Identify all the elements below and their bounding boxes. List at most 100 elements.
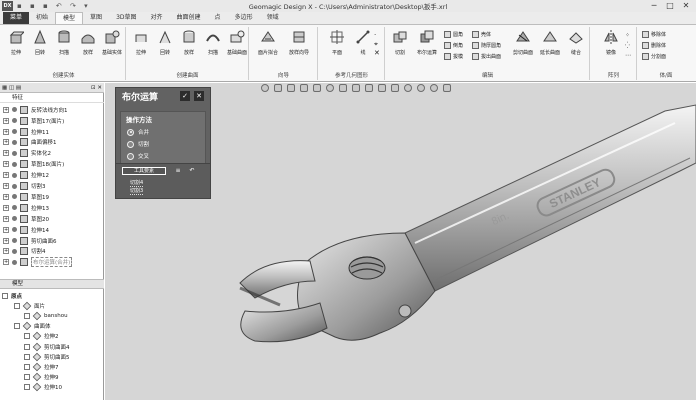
boolean-button[interactable]: 布尔运算 <box>413 29 441 56</box>
visibility-icon[interactable] <box>12 238 17 244</box>
solid-extrude-button[interactable]: 拉伸 <box>4 29 28 56</box>
option-merge-radio[interactable]: 合并 <box>127 128 149 136</box>
variable-fillet-button[interactable]: 随厚圆角 <box>472 42 501 49</box>
visibility-icon[interactable] <box>12 129 17 135</box>
tool-element-item[interactable]: 切割4 <box>130 179 144 187</box>
panel-icons[interactable]: ▦ ◫ ▤ <box>2 85 21 91</box>
tool-elements-field[interactable]: 工具要素 <box>122 167 166 175</box>
visibility-checkbox[interactable] <box>24 343 30 350</box>
visibility-checkbox[interactable] <box>24 353 30 360</box>
solid-loft-button[interactable]: 放样 <box>76 29 100 56</box>
tab-align[interactable]: 对齐 <box>144 12 170 24</box>
delete-body-button[interactable]: 删除体 <box>642 42 666 49</box>
visibility-checkbox[interactable] <box>24 384 30 391</box>
expand-icon[interactable]: + <box>3 161 9 168</box>
surface-extrude-button[interactable]: 拉伸 <box>129 29 153 56</box>
feature-tree-item[interactable]: + 草图17(面片) <box>0 116 104 126</box>
model-root[interactable]: 原点 <box>0 291 104 301</box>
expand-icon[interactable]: + <box>3 172 9 179</box>
feature-tree-item[interactable]: + 布尔运算(合并) <box>0 257 104 268</box>
quick-access-toolbar[interactable]: ▪ ▪ ▪ ↶ ↷ ▾ <box>17 2 91 10</box>
tab-point[interactable]: 点 <box>208 12 228 24</box>
expand-icon[interactable]: + <box>3 193 9 200</box>
surface-sweep-button[interactable]: 扫描 <box>201 29 225 56</box>
visibility-checkbox[interactable] <box>24 363 30 370</box>
maximize-icon[interactable]: □ <box>662 0 678 12</box>
expand-icon[interactable]: + <box>3 259 9 266</box>
expand-icon[interactable]: + <box>3 215 9 222</box>
model-tree-item[interactable]: 拉伸2 <box>0 332 104 342</box>
feature-tree-item[interactable]: + 实体化2 <box>0 149 104 159</box>
expand-icon[interactable]: + <box>3 204 9 211</box>
tab-model[interactable]: 模型 <box>55 12 84 24</box>
feature-tree-item[interactable]: + 剪切曲面6 <box>0 236 104 246</box>
visibility-icon[interactable] <box>12 107 17 113</box>
list-options-icon[interactable]: ≡ <box>174 167 182 175</box>
reference-small-icons[interactable]: · ⌖ ✕ <box>374 31 380 58</box>
chamfer-button[interactable]: 倒角 <box>444 42 463 49</box>
model-tree-item[interactable]: 拉伸9 <box>0 372 104 382</box>
minimize-icon[interactable]: ─ <box>646 0 662 12</box>
feature-tree-item[interactable]: + 拉伸13 <box>0 203 104 213</box>
expand-icon[interactable]: + <box>3 128 9 135</box>
surface-revolve-button[interactable]: 回转 <box>153 29 177 56</box>
feature-tree-item[interactable]: + 拉伸12 <box>0 170 104 180</box>
split-face-button[interactable]: 分割面 <box>642 53 666 60</box>
visibility-icon[interactable] <box>12 194 17 200</box>
mirror-button[interactable]: 镜像 <box>599 29 623 56</box>
visibility-icon[interactable] <box>12 183 17 189</box>
feature-tree-item[interactable]: + 切割3 <box>0 181 104 191</box>
tab-polygon[interactable]: 多边形 <box>228 12 260 24</box>
cut-button[interactable]: 切割 <box>388 29 412 56</box>
base-surface-button[interactable]: 基础曲面 <box>225 29 249 56</box>
expand-icon[interactable]: + <box>3 237 9 244</box>
expand-icon[interactable]: + <box>3 226 9 233</box>
model-tree-item[interactable]: 剪切曲面4 <box>0 342 104 352</box>
visibility-checkbox[interactable] <box>2 292 8 299</box>
visibility-icon[interactable] <box>12 139 17 145</box>
tab-3d-sketch[interactable]: 3D草图 <box>109 12 143 24</box>
plane-button[interactable]: 平面 <box>325 29 349 56</box>
visibility-checkbox[interactable] <box>14 323 20 330</box>
visibility-checkbox[interactable] <box>24 333 30 340</box>
pattern-small-icons[interactable]: ⁘ ⁛ ⋯ <box>625 31 631 61</box>
feature-tree-item[interactable]: + 草图20 <box>0 214 104 224</box>
pin-icon[interactable]: ⊡ ✕ <box>91 83 102 93</box>
feature-tree-item[interactable]: + 拉伸11 <box>0 127 104 137</box>
mesh-fit-button[interactable]: 面片拟合 <box>254 29 282 56</box>
base-solid-button[interactable]: 基础实体 <box>100 29 124 56</box>
model-tree-item[interactable]: 剪切曲面5 <box>0 352 104 362</box>
loft-wizard-button[interactable]: 放样向导 <box>284 29 314 56</box>
expand-icon[interactable]: + <box>3 183 9 190</box>
expand-icon[interactable]: + <box>3 150 9 157</box>
visibility-icon[interactable] <box>12 118 17 124</box>
solid-revolve-button[interactable]: 回转 <box>28 29 52 56</box>
visibility-checkbox[interactable] <box>24 374 30 381</box>
option-intersect-radio[interactable]: 交叉 <box>127 152 149 160</box>
close-icon[interactable]: ✕ <box>678 0 694 12</box>
visibility-icon[interactable] <box>12 227 17 233</box>
expand-icon[interactable]: + <box>3 117 9 124</box>
expand-icon[interactable]: + <box>3 139 9 146</box>
expand-icon[interactable]: + <box>3 106 9 113</box>
shell-button[interactable]: 壳体 <box>472 31 491 38</box>
model-tree-item[interactable]: 拉伸7 <box>0 362 104 372</box>
feature-tree-item[interactable]: + 草图18(面片) <box>0 160 104 170</box>
tab-region[interactable]: 领域 <box>260 12 286 24</box>
tab-menu[interactable]: 菜单 <box>3 12 30 24</box>
tab-sketch[interactable]: 草图 <box>83 12 109 24</box>
tab-initial[interactable]: 初始 <box>29 12 55 24</box>
undo-icon[interactable]: ↶ <box>188 167 196 175</box>
tab-surface-create[interactable]: 曲面创建 <box>170 12 208 24</box>
surface-loft-button[interactable]: 放样 <box>177 29 201 56</box>
line-button[interactable]: 线 <box>351 29 375 56</box>
feature-tree-item[interactable]: + 曲面偏移1 <box>0 138 104 148</box>
feature-tree-item[interactable]: + 拉伸14 <box>0 225 104 235</box>
solid-sweep-button[interactable]: 扫描 <box>52 29 76 56</box>
cancel-button[interactable]: ✕ <box>194 91 204 101</box>
feature-tree-item[interactable]: + 切割4 <box>0 247 104 257</box>
ok-button[interactable]: ✓ <box>180 91 190 101</box>
visibility-icon[interactable] <box>12 172 17 178</box>
fillet-button[interactable]: 圆角 <box>444 31 463 38</box>
model-tree-item[interactable]: 面片 <box>0 301 104 311</box>
